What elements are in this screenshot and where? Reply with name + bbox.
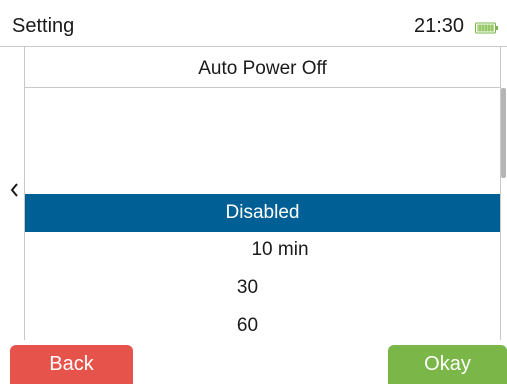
status-title: Setting	[12, 15, 75, 37]
option-label: Disabled	[225, 202, 300, 223]
back-button[interactable]: Back	[10, 345, 133, 384]
option-disabled[interactable]: Disabled	[25, 194, 500, 232]
left-rail	[0, 47, 25, 340]
option-label: 10 min	[251, 239, 309, 260]
status-bar: Setting 21:30	[0, 0, 507, 47]
option-10-min[interactable]: 10 min	[25, 231, 500, 269]
scrollbar[interactable]	[501, 88, 506, 178]
option-label: 60	[236, 315, 259, 336]
settings-screen: Setting 21:30 Auto Power Off Disabled 10…	[0, 0, 507, 384]
panel-header: Auto Power Off	[25, 47, 500, 88]
chevron-left-icon[interactable]	[10, 183, 20, 197]
okay-button[interactable]: Okay	[388, 345, 507, 384]
option-60[interactable]: 60	[25, 307, 500, 345]
battery-icon	[475, 22, 498, 34]
option-30[interactable]: 30	[25, 269, 500, 307]
panel-title: Auto Power Off	[198, 58, 327, 79]
option-list: Disabled 10 min 30 60	[25, 88, 500, 340]
status-time: 21:30	[414, 15, 465, 37]
option-label: 30	[236, 277, 259, 298]
